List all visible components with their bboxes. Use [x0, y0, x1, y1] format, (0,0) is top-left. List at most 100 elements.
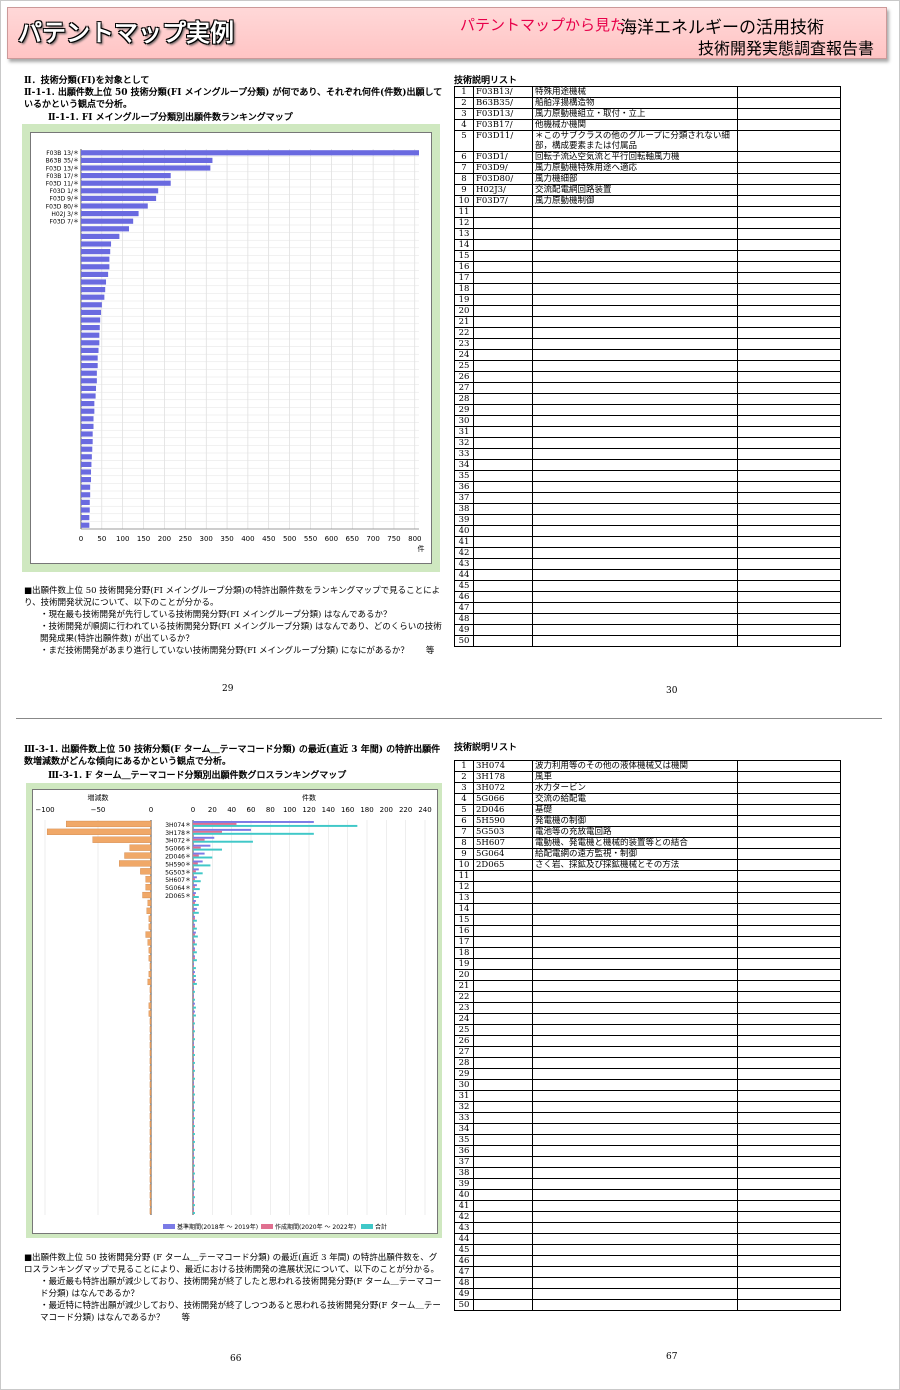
extra-cell — [737, 1288, 841, 1300]
recent-period-bar — [193, 1075, 194, 1078]
right-tick-label: 180 — [360, 806, 373, 814]
extra-cell — [737, 569, 841, 581]
extra-cell — [737, 958, 841, 970]
bar — [81, 188, 159, 194]
table-row: 45 — [454, 580, 841, 592]
change-bar — [149, 1192, 152, 1199]
change-bar — [149, 1200, 152, 1207]
row-number: 38 — [454, 503, 474, 515]
change-bar — [149, 994, 152, 1001]
category-label: F03D 7/＊ — [50, 219, 79, 226]
code-cell — [473, 1090, 533, 1102]
extra-cell — [737, 969, 841, 981]
code-cell — [473, 404, 533, 416]
description-cell — [532, 316, 738, 328]
category-label: F03D 11/＊ — [46, 181, 79, 188]
extra-cell — [737, 613, 841, 625]
bar — [81, 492, 91, 498]
code-cell — [473, 283, 533, 295]
code-cell — [473, 903, 533, 915]
table-row: 31 — [454, 1090, 841, 1102]
row-number: 36 — [454, 481, 474, 493]
x-tick-label: 550 — [304, 535, 317, 543]
bar — [81, 317, 101, 323]
bar — [81, 264, 110, 270]
table-row: 33 — [454, 448, 841, 460]
table-row: 49 — [454, 624, 841, 636]
category-label: 3H178＊ — [165, 830, 191, 837]
total-bar — [193, 998, 195, 1001]
recent-period-bar — [193, 925, 195, 928]
description-cell — [532, 514, 738, 526]
extra-cell — [737, 591, 841, 603]
x-tick-label: 50 — [97, 535, 106, 543]
code-cell: 5G064 — [473, 848, 533, 860]
recent-period-bar — [193, 1194, 194, 1197]
bar — [81, 325, 100, 331]
base-period-bar — [193, 1042, 194, 1045]
total-bar — [193, 824, 358, 827]
code-cell: B63B35/ — [473, 97, 533, 109]
row-number: 41 — [454, 1200, 474, 1212]
extra-cell — [737, 415, 841, 427]
table-row: 11 — [454, 206, 841, 218]
code-cell — [473, 1288, 533, 1300]
code-cell — [473, 1002, 533, 1014]
change-bar — [149, 1121, 152, 1128]
bar — [81, 302, 102, 308]
extra-cell — [737, 294, 841, 306]
description-cell — [532, 1046, 738, 1058]
base-period-bar — [193, 1144, 194, 1147]
base-period-bar — [193, 994, 194, 997]
change-bar — [149, 1097, 152, 1104]
change-bar — [149, 1207, 152, 1215]
table-row: 19 — [454, 958, 841, 970]
change-bar — [149, 1065, 152, 1072]
table-row: 34 — [454, 1123, 841, 1135]
change-bar — [148, 1002, 152, 1009]
extra-cell — [737, 184, 841, 196]
table-row: 25 — [454, 360, 841, 372]
description-cell — [532, 294, 738, 306]
extra-cell — [737, 119, 841, 131]
recent-period-bar — [193, 941, 195, 944]
code-cell — [473, 426, 533, 438]
recent-period-bar — [193, 1067, 194, 1070]
banner-title: パテントマップ実例 — [18, 19, 234, 47]
change-bar — [145, 931, 152, 938]
code-cell — [473, 624, 533, 636]
table-row: 1 F03B13/特殊用途機械 — [454, 86, 841, 98]
change-bar — [149, 1144, 152, 1151]
extra-cell — [737, 173, 841, 185]
extra-cell — [737, 1167, 841, 1179]
note-line: ■出願件数上位 50 技術開発分野(FI メイングループ分類)の特許出願件数をラ… — [24, 586, 441, 608]
code-cell — [473, 1178, 533, 1190]
description-cell — [532, 404, 738, 416]
extra-cell — [737, 470, 841, 482]
bar — [81, 211, 139, 217]
base-period-bar — [193, 1010, 195, 1013]
table-row: 43 — [454, 558, 841, 570]
description-cell: さく岩、採鉱及び採鉱機械とその方法 — [532, 859, 738, 871]
total-bar — [193, 903, 199, 906]
base-period-bar — [193, 868, 199, 871]
recent-period-bar — [193, 854, 199, 857]
extra-cell — [737, 1079, 841, 1091]
recent-period-bar — [193, 1044, 194, 1047]
row-number: 39 — [454, 514, 474, 526]
bar — [81, 385, 97, 391]
base-period-bar — [193, 915, 195, 918]
row-number: 35 — [454, 470, 474, 482]
total-bar — [193, 1109, 195, 1112]
base-period-bar — [193, 907, 197, 910]
code-cell — [473, 305, 533, 317]
description-cell — [532, 1299, 738, 1311]
recent-period-bar — [193, 1123, 194, 1126]
x-unit-label: 件 — [418, 544, 425, 553]
extra-cell — [737, 782, 841, 794]
change-bar — [142, 891, 152, 899]
table-row: 26 — [454, 371, 841, 383]
recent-period-bar — [193, 1052, 194, 1055]
table-row: 47 — [454, 1266, 841, 1278]
table-row: 23 — [454, 1002, 841, 1014]
